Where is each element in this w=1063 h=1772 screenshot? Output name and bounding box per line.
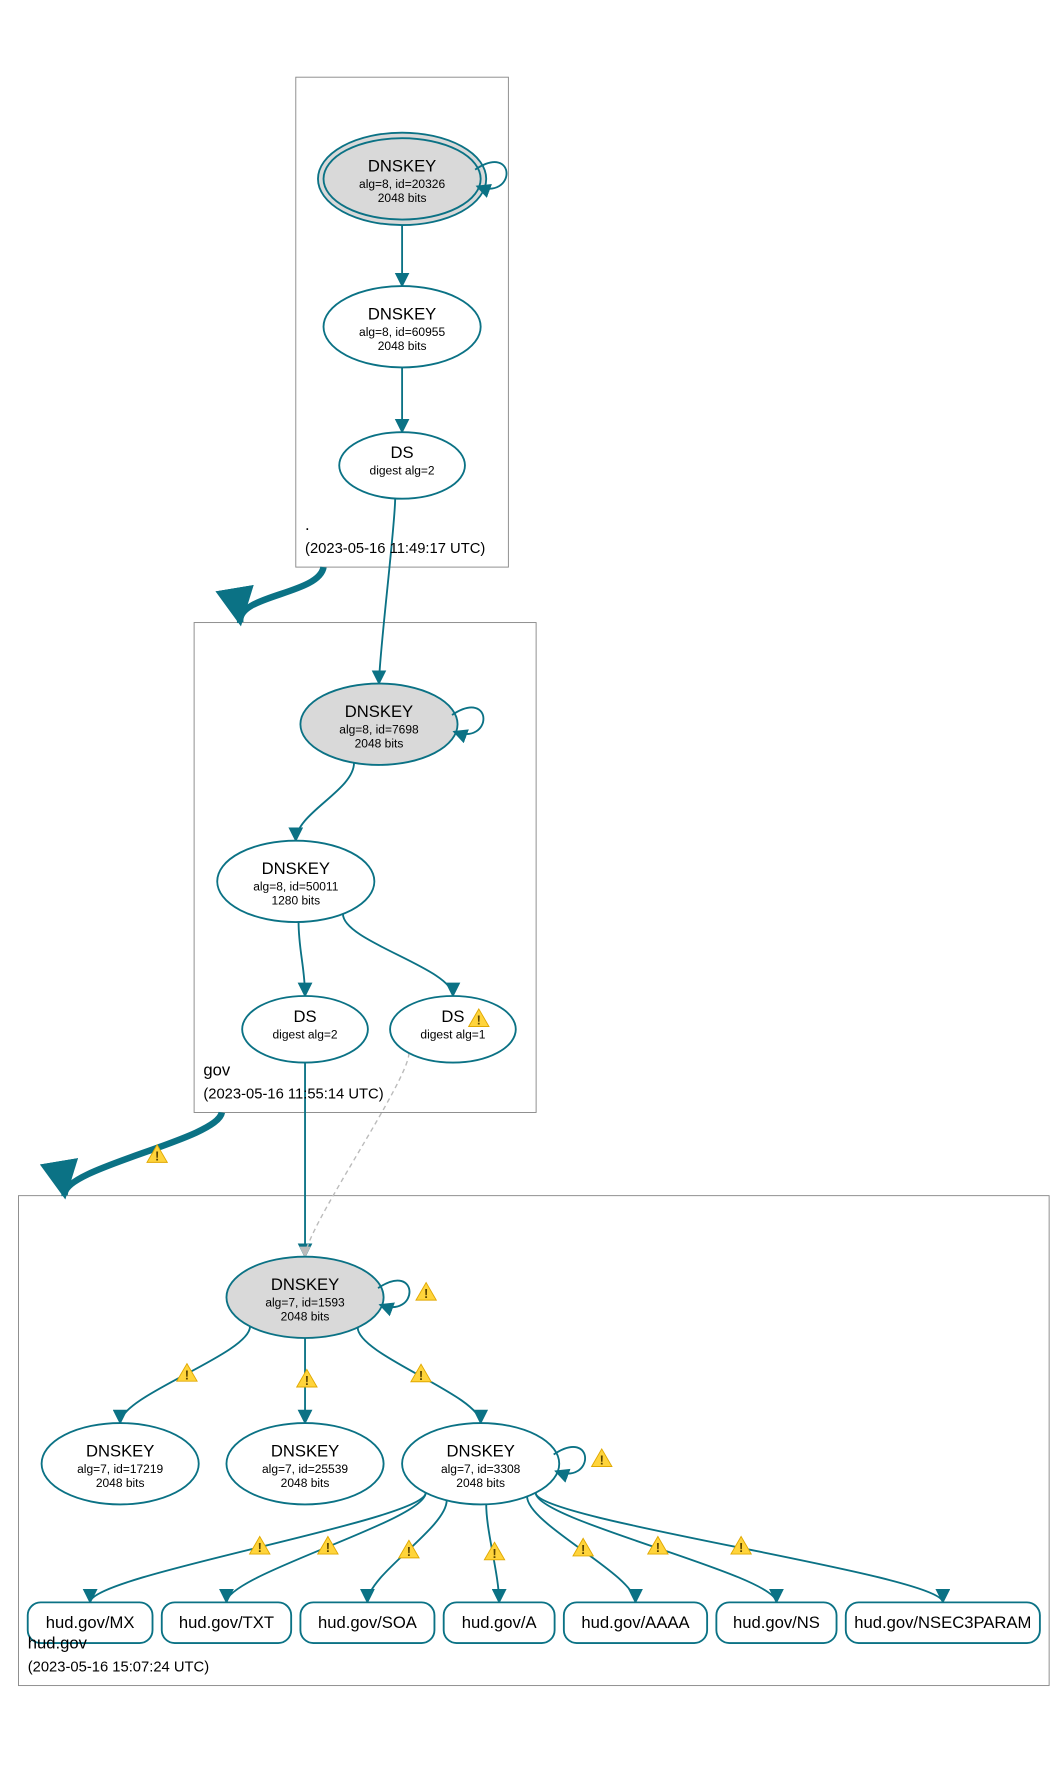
node-hud_ksk: DNSKEY alg=7, id=15932048 bits <box>226 1257 409 1338</box>
edge <box>296 763 354 841</box>
node-title: DNSKEY <box>345 702 413 721</box>
svg-text:!: ! <box>407 1544 411 1559</box>
node-detail: digest alg=2 <box>273 1028 338 1042</box>
node-hud_k3: DNSKEY alg=7, id=33082048 bits <box>402 1423 585 1504</box>
node-title: DNSKEY <box>368 304 436 323</box>
svg-text:!: ! <box>656 1540 660 1555</box>
zone-timestamp: (2023-05-16 11:55:14 UTC) <box>203 1087 383 1103</box>
warning-icon: ! <box>297 1369 317 1388</box>
node-gov_ds2: DS digest alg=1! <box>390 996 516 1063</box>
node-title: DNSKEY <box>271 1441 339 1460</box>
node-detail: alg=7, id=25539 <box>262 1462 348 1476</box>
svg-text:!: ! <box>581 1542 585 1557</box>
warning-icon: ! <box>318 1536 338 1555</box>
node-detail: 2048 bits <box>281 1476 330 1490</box>
record-label: hud.gov/SOA <box>318 1613 418 1632</box>
node-gov_ksk: DNSKEYalg=8, id=76982048 bits <box>300 684 483 765</box>
svg-text:!: ! <box>739 1540 743 1555</box>
warning-icon: ! <box>484 1542 504 1561</box>
node-detail: alg=8, id=50011 <box>253 880 339 894</box>
svg-text:!: ! <box>492 1546 496 1561</box>
node-title: DNSKEY <box>368 156 436 175</box>
node-detail: digest alg=1 <box>420 1028 485 1042</box>
node-detail: alg=7, id=3308 <box>441 1462 521 1476</box>
delegation-edge <box>65 1112 222 1195</box>
edge <box>299 922 305 996</box>
node-root_ksk: DNSKEY alg=8, id=203262048 bits <box>318 133 507 225</box>
zone-timestamp: (2023-05-16 11:49:17 UTC) <box>305 541 485 557</box>
node-detail: alg=8, id=7698 <box>339 722 419 736</box>
record-label: hud.gov/NSEC3PARAM <box>854 1613 1031 1632</box>
node-detail: 1280 bits <box>271 893 320 907</box>
record-label: hud.gov/NS <box>733 1613 820 1632</box>
node-title: DNSKEY <box>271 1275 339 1294</box>
node-detail: 2048 bits <box>456 1476 505 1490</box>
node-title: DS <box>293 1007 316 1026</box>
node-title: DNSKEY <box>86 1441 154 1460</box>
node-detail: alg=8, id=20326 <box>359 177 445 191</box>
node-detail: 2048 bits <box>378 191 427 205</box>
record-label: hud.gov/MX <box>46 1613 135 1632</box>
node-detail: alg=7, id=1593 <box>265 1296 345 1310</box>
node-detail: 2048 bits <box>281 1309 330 1323</box>
record-label: hud.gov/A <box>462 1613 538 1632</box>
node-detail: 2048 bits <box>378 339 427 353</box>
zone-timestamp: (2023-05-16 15:07:24 UTC) <box>28 1660 209 1676</box>
svg-text:!: ! <box>477 1013 481 1028</box>
warning-icon: ! <box>573 1538 593 1557</box>
node-gov_ds1: DS digest alg=2 <box>242 996 368 1063</box>
dnssec-chain-diagram: DNSKEYalg=8, id=203262048 bitsDNSKEYalg=… <box>0 0 1063 1772</box>
zone-label: . <box>305 515 310 534</box>
node-title: DS <box>391 443 414 462</box>
node-hud_k2: DNSKEY alg=7, id=255392048 bits <box>226 1423 383 1504</box>
warning-icon: ! <box>411 1364 431 1383</box>
svg-text:!: ! <box>155 1149 159 1164</box>
edge <box>343 914 453 996</box>
zone-label: hud.gov <box>28 1634 88 1653</box>
zone-label: gov <box>203 1060 230 1079</box>
svg-text:!: ! <box>326 1540 330 1555</box>
node-detail: alg=7, id=17219 <box>77 1462 163 1476</box>
node-detail: alg=8, id=60955 <box>359 325 445 339</box>
record-label: hud.gov/TXT <box>179 1613 274 1632</box>
warning-icon: ! <box>177 1364 197 1383</box>
svg-text:!: ! <box>305 1373 309 1388</box>
edge <box>379 498 395 683</box>
svg-text:!: ! <box>600 1453 604 1468</box>
svg-text:!: ! <box>258 1540 262 1555</box>
svg-text:!: ! <box>185 1367 189 1382</box>
node-detail: 2048 bits <box>96 1476 145 1490</box>
node-root_ds: DS digest alg=2 <box>339 432 465 499</box>
warning-icon: ! <box>416 1283 436 1302</box>
node-title: DNSKEY <box>262 859 330 878</box>
node-detail: digest alg=2 <box>370 464 435 478</box>
node-detail: 2048 bits <box>355 736 404 750</box>
edge <box>305 1053 409 1257</box>
delegation-edge <box>240 567 323 622</box>
svg-text:!: ! <box>419 1368 423 1383</box>
node-title: DS <box>441 1007 464 1026</box>
svg-text:!: ! <box>424 1286 428 1301</box>
node-title: DNSKEY <box>446 1441 514 1460</box>
record-label: hud.gov/AAAA <box>581 1613 690 1632</box>
node-gov_zsk: DNSKEY alg=8, id=500111280 bits <box>217 841 374 922</box>
node-root_zsk: DNSKEY alg=8, id=609552048 bits <box>324 286 481 367</box>
node-hud_k1: DNSKEY alg=7, id=172192048 bits <box>42 1423 199 1504</box>
warning-icon: ! <box>592 1449 612 1468</box>
